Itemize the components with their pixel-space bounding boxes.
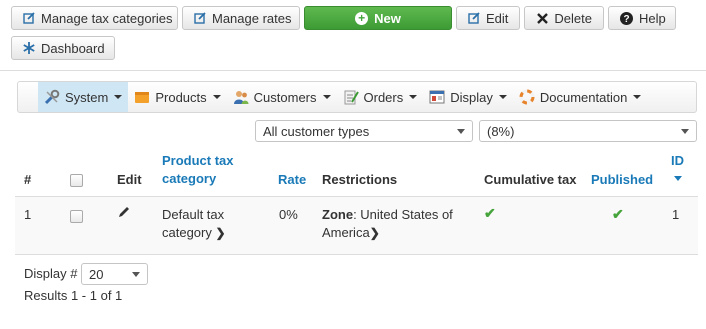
wrench-icon <box>44 89 60 105</box>
caret-down-icon <box>498 95 507 99</box>
column-header-restrictions: Restrictions <box>322 172 398 187</box>
chevron-down-icon <box>457 129 465 134</box>
chevron-down-icon <box>681 129 689 134</box>
row-restriction-label: Zone <box>322 207 354 222</box>
pencil-icon[interactable] <box>117 205 131 222</box>
row-checkbox[interactable] <box>70 210 83 223</box>
column-header-edit: Edit <box>117 172 142 187</box>
column-header-product-tax-category[interactable]: Product tax category <box>162 152 234 188</box>
users-icon <box>233 89 249 105</box>
divider <box>0 70 706 71</box>
new-button[interactable]: + New <box>304 6 452 30</box>
edit-icon <box>23 12 35 24</box>
row-restriction-value-line2: America <box>322 225 370 240</box>
menu-customers[interactable]: Customers <box>227 82 337 112</box>
caret-down-icon <box>633 95 642 99</box>
menu-orders[interactable]: Orders <box>337 82 424 112</box>
manage-tax-categories-label: Manage tax categories <box>41 10 173 26</box>
cumulative-check-icon: ✔ <box>484 205 496 221</box>
row-restriction-value-line1: : United States of <box>353 207 453 222</box>
column-header-product-tax-category-line2: category <box>162 171 217 186</box>
select-all-checkbox[interactable] <box>70 174 83 187</box>
menu-display[interactable]: Display <box>423 82 513 112</box>
tax-rate-select[interactable]: (8%) <box>479 120 697 142</box>
menu-documentation-label: Documentation <box>539 89 628 105</box>
delete-label: Delete <box>554 10 592 26</box>
column-header-id[interactable]: ID <box>671 152 684 170</box>
svg-text:?: ? <box>623 14 629 25</box>
column-header-cumulative-tax: Cumulative tax <box>484 172 577 187</box>
tax-rate-value: (8%) <box>487 123 515 139</box>
delete-button[interactable]: Delete <box>524 6 604 30</box>
dashboard-label: Dashboard <box>41 40 105 56</box>
row-tax-category-line2: category <box>162 225 212 240</box>
menu-system[interactable]: System <box>38 82 129 112</box>
row-divider <box>15 254 698 255</box>
orders-icon <box>343 89 359 105</box>
caret-down-icon <box>114 95 123 99</box>
row-tax-category-line1: Default tax <box>162 207 225 222</box>
question-circle-icon: ? <box>620 11 633 25</box>
products-icon <box>134 89 150 105</box>
chevron-right-icon: ❯ <box>215 226 226 240</box>
plus-circle-icon: + <box>355 11 369 25</box>
row-restrictions: Zone: United States of America❯ <box>322 206 453 242</box>
toolbar: Manage tax categories Manage rates + New… <box>11 6 701 60</box>
customer-type-value: All customer types <box>263 123 370 139</box>
menu-documentation[interactable]: Documentation <box>513 82 647 112</box>
results-count: Results 1 - 1 of 1 <box>24 288 123 303</box>
new-label: New <box>374 10 401 26</box>
column-header-published[interactable]: Published <box>591 171 653 189</box>
help-label: Help <box>639 10 666 26</box>
caret-down-icon <box>322 95 331 99</box>
help-button[interactable]: ? Help <box>608 6 676 30</box>
display-count-value: 20 <box>89 266 104 282</box>
main-menu: System Products Customers Orders Display <box>17 81 697 113</box>
caret-down-icon <box>409 95 418 99</box>
customer-type-select[interactable]: All customer types <box>255 120 473 142</box>
column-header-number: # <box>24 172 32 187</box>
lifebuoy-icon <box>519 89 535 105</box>
menu-display-label: Display <box>450 89 493 105</box>
display-count-label: Display # <box>24 266 78 281</box>
menu-customers-label: Customers <box>253 89 317 105</box>
row-id: 1 <box>672 207 680 222</box>
display-count-select[interactable]: 20 <box>81 263 148 285</box>
sort-descending-icon <box>674 176 682 181</box>
menu-products-label: Products <box>155 89 207 105</box>
column-header-rate[interactable]: Rate <box>278 171 306 189</box>
display-icon <box>429 89 445 105</box>
chevron-right-icon[interactable]: ❯ <box>370 224 380 242</box>
edit-label: Edit <box>486 10 509 26</box>
row-number: 1 <box>24 207 32 222</box>
edit-icon <box>194 12 206 24</box>
edit-icon <box>468 12 480 24</box>
chevron-down-icon <box>132 272 140 277</box>
dashboard-button[interactable]: Dashboard <box>11 36 115 60</box>
published-check-icon[interactable]: ✔ <box>612 206 624 223</box>
menu-orders-label: Orders <box>363 89 404 105</box>
close-icon <box>536 12 548 24</box>
column-header-product-tax-category-line1: Product tax <box>162 153 234 168</box>
row-tax-category[interactable]: Default tax category ❯ <box>162 206 226 242</box>
manage-tax-categories-button[interactable]: Manage tax categories <box>11 6 178 30</box>
manage-rates-label: Manage rates <box>212 10 292 26</box>
asterisk-icon <box>23 42 35 54</box>
caret-down-icon <box>212 95 221 99</box>
menu-products[interactable]: Products <box>128 82 226 112</box>
row-rate: 0% <box>279 207 298 222</box>
menu-system-label: System <box>65 89 109 105</box>
edit-button[interactable]: Edit <box>456 6 520 30</box>
manage-rates-button[interactable]: Manage rates <box>182 6 300 30</box>
